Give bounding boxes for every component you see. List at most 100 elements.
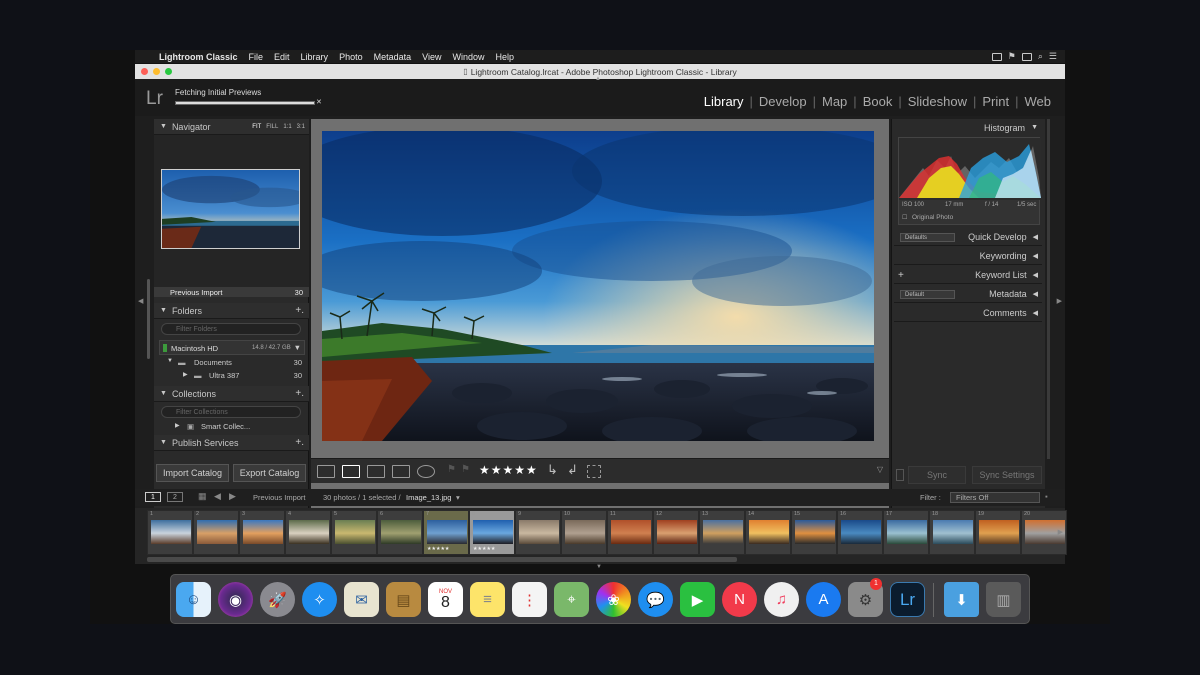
menu-photo[interactable]: Photo: [339, 52, 363, 62]
zoom-fill[interactable]: FILL: [266, 124, 278, 130]
music-icon[interactable]: ♫: [764, 582, 799, 617]
right-panel-toggle-icon[interactable]: ▶: [1057, 297, 1062, 305]
airplay-icon[interactable]: [1021, 52, 1032, 61]
bottom-panel-toggle-icon[interactable]: ▼: [596, 564, 602, 570]
publish-services-header[interactable]: ▼ Publish Services +.: [154, 435, 309, 451]
filmstrip-thumbnail[interactable]: 19: [975, 510, 1021, 555]
window-2-button[interactable]: 2: [167, 492, 183, 502]
search-icon[interactable]: ⌕: [1038, 51, 1043, 62]
menu-file[interactable]: File: [249, 52, 264, 62]
menu-window[interactable]: Window: [452, 52, 484, 62]
module-slideshow[interactable]: Slideshow: [902, 94, 973, 109]
filmstrip-thumbnail[interactable]: 2: [193, 510, 239, 555]
control-center-icon[interactable]: ☰: [1049, 51, 1057, 62]
collections-header[interactable]: ▼ Collections +.: [154, 386, 309, 402]
filmstrip-thumbnail[interactable]: 10: [561, 510, 607, 555]
photos-icon[interactable]: ❀: [596, 582, 631, 617]
notes-icon[interactable]: ≡: [470, 582, 505, 617]
filmstrip-thumbnail[interactable]: 12: [653, 510, 699, 555]
add-publish-service-icon[interactable]: +.: [295, 437, 304, 448]
messages-icon[interactable]: 💬: [638, 582, 673, 617]
comments-header[interactable]: Comments ◀: [894, 305, 1042, 322]
menu-app-name[interactable]: Lightroom Classic: [159, 52, 238, 62]
filmstrip-thumbnail[interactable]: 6: [377, 510, 423, 555]
filmstrip-next-icon[interactable]: ▶: [1058, 528, 1063, 536]
survey-view-icon[interactable]: [392, 465, 410, 478]
filmstrip-thumbnail[interactable]: 3: [239, 510, 285, 555]
left-panel-toggle-icon[interactable]: ◀: [138, 297, 143, 305]
folders-header[interactable]: ▼ Folders +.: [154, 303, 309, 319]
module-map[interactable]: Map: [816, 94, 853, 109]
menu-view[interactable]: View: [422, 52, 441, 62]
filmstrip-filename[interactable]: Image_13.jpg: [406, 493, 451, 502]
filmstrip-thumbnail[interactable]: 14: [745, 510, 791, 555]
finder-icon[interactable]: ☺: [176, 582, 211, 617]
close-window-button[interactable]: [141, 68, 148, 75]
contacts-icon[interactable]: ▤: [386, 582, 421, 617]
facetime-icon[interactable]: ▶: [680, 582, 715, 617]
rotate-left-icon[interactable]: ↳: [547, 462, 558, 478]
sync-settings-button[interactable]: Sync Settings: [972, 466, 1042, 484]
quick-develop-header[interactable]: Defaults Quick Develop ◀: [894, 229, 1042, 246]
right-panel-scrollbar[interactable]: [1047, 119, 1050, 459]
flag-icon[interactable]: ⚑: [1008, 51, 1016, 62]
mail-icon[interactable]: ✉: [344, 582, 379, 617]
people-view-icon[interactable]: [417, 465, 435, 478]
module-library[interactable]: Library: [698, 94, 750, 109]
filmstrip-thumbnail[interactable]: 5: [331, 510, 377, 555]
module-web[interactable]: Web: [1019, 94, 1058, 109]
siri-icon[interactable]: ◉: [218, 582, 253, 617]
keyword-list-header[interactable]: + Keyword List ◀: [894, 267, 1042, 284]
news-icon[interactable]: N: [722, 582, 757, 617]
module-book[interactable]: Book: [857, 94, 899, 109]
filmstrip-thumbnail[interactable]: 11: [607, 510, 653, 555]
maps-icon[interactable]: ⌖: [554, 582, 589, 617]
trash-icon[interactable]: ▥: [986, 582, 1021, 617]
sync-button[interactable]: Sync: [908, 466, 966, 484]
app-store-icon[interactable]: A: [806, 582, 841, 617]
filmstrip-thumbnail[interactable]: 8 ★★★★★: [469, 510, 515, 555]
filter-select[interactable]: Filters Off: [950, 492, 1040, 503]
zoom-fit[interactable]: FIT: [252, 124, 261, 130]
menu-help[interactable]: Help: [496, 52, 515, 62]
zoom-1-1[interactable]: 1:1: [283, 124, 291, 130]
export-catalog-button[interactable]: Export Catalog: [233, 464, 306, 482]
navigator-header[interactable]: ▼ Navigator FIT FILL 1:1 3:1: [154, 119, 309, 135]
filter-lock-icon[interactable]: ▪: [1045, 492, 1048, 501]
folder-ultra[interactable]: Ultra 387: [209, 371, 239, 380]
metadata-header[interactable]: Default Metadata ◀: [894, 286, 1042, 303]
lightroom-icon[interactable]: Lr: [890, 582, 925, 617]
add-folder-icon[interactable]: +.: [295, 305, 304, 316]
expand-triangle-icon[interactable]: ▶: [175, 422, 180, 429]
histogram-header[interactable]: Histogram ▼: [894, 119, 1042, 136]
crop-overlay-icon[interactable]: [587, 465, 601, 478]
left-panel-scrollbar[interactable]: [147, 279, 150, 359]
filmstrip-thumbnail[interactable]: 7 ★★★★★: [423, 510, 469, 555]
import-catalog-button[interactable]: Import Catalog: [156, 464, 229, 482]
menu-metadata[interactable]: Metadata: [374, 52, 412, 62]
add-collection-icon[interactable]: +.: [295, 388, 304, 399]
zoom-window-button[interactable]: [165, 68, 172, 75]
filmstrip-scrollbar[interactable]: [147, 557, 737, 562]
compare-view-icon[interactable]: [367, 465, 385, 478]
reminders-icon[interactable]: ⋮: [512, 582, 547, 617]
top-panel-toggle-icon[interactable]: ▲: [595, 76, 601, 82]
filmstrip-thumbnail[interactable]: 9: [515, 510, 561, 555]
module-develop[interactable]: Develop: [753, 94, 813, 109]
filmstrip-thumbnail[interactable]: 16: [837, 510, 883, 555]
smart-collection-item[interactable]: Smart Collec...: [201, 422, 250, 431]
volume-row[interactable]: Macintosh HD 14.8 / 42.7 GB ▼: [159, 340, 305, 355]
expand-triangle-icon[interactable]: ▼: [167, 358, 173, 364]
rotate-right-icon[interactable]: ↲: [567, 462, 578, 478]
minimize-window-button[interactable]: [153, 68, 160, 75]
toolbar-content-dropdown-icon[interactable]: ▽: [877, 465, 883, 474]
add-keyword-icon[interactable]: +: [898, 270, 904, 281]
menu-library[interactable]: Library: [301, 52, 329, 62]
safari-icon[interactable]: ✧: [302, 582, 337, 617]
grid-view-icon[interactable]: [317, 465, 335, 478]
zoom-3-1[interactable]: 3:1: [297, 124, 305, 130]
histogram[interactable]: ISO 100 17 mm f / 14 1/5 sec ☐ Original …: [898, 137, 1041, 225]
navigator-preview[interactable]: [154, 135, 309, 287]
filmstrip-source[interactable]: Previous Import: [253, 493, 306, 502]
metadata-preset-select[interactable]: Default: [900, 290, 955, 299]
